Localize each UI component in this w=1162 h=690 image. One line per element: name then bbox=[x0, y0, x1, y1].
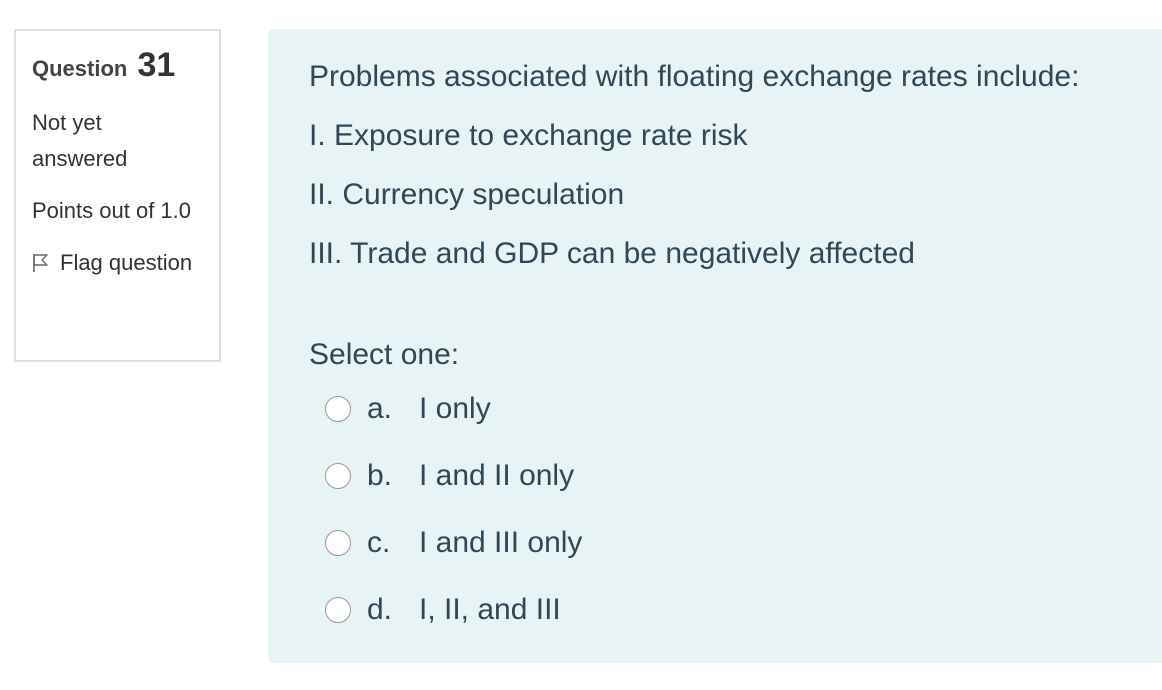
flag-question-label: Flag question bbox=[60, 250, 193, 275]
question-grade: Points out of 1.0 bbox=[32, 198, 191, 223]
option-label-c: I and III only bbox=[419, 525, 583, 559]
radio-button-d[interactable] bbox=[325, 596, 351, 623]
option-c[interactable]: c. I and III only bbox=[325, 517, 1122, 568]
question-state: Not yet answered bbox=[32, 110, 128, 171]
option-label-a: I only bbox=[419, 391, 491, 425]
answer-options: a. I only b. I and II only c. I and III … bbox=[309, 383, 1122, 635]
statement-2: II. Currency speculation bbox=[309, 178, 625, 211]
question-stem: Problems associated with floating exchan… bbox=[309, 60, 1080, 93]
option-b[interactable]: b. I and II only bbox=[325, 450, 1122, 501]
radio-button-a[interactable] bbox=[325, 395, 351, 422]
flag-question-link[interactable]: Flag question bbox=[32, 245, 203, 281]
radio-button-c[interactable] bbox=[325, 529, 351, 556]
option-letter-c: c. bbox=[367, 525, 391, 559]
question-number-value: 31 bbox=[137, 46, 176, 84]
statement-3: III. Trade and GDP can be negatively aff… bbox=[309, 237, 915, 270]
option-letter-a: a. bbox=[367, 391, 393, 425]
option-letter-d: d. bbox=[367, 592, 393, 626]
question-text: Problems associated with floating exchan… bbox=[309, 53, 1122, 278]
statement-1: I. Exposure to exchange rate risk bbox=[309, 119, 748, 152]
option-d[interactable]: d. I, II, and III bbox=[325, 584, 1122, 635]
question-prefix: Question bbox=[32, 56, 128, 81]
option-label-b: I and II only bbox=[419, 458, 575, 492]
radio-button-b[interactable] bbox=[325, 462, 351, 489]
option-letter-b: b. bbox=[367, 458, 393, 492]
select-one-prompt: Select one: bbox=[309, 338, 460, 371]
question-number: Question 31 bbox=[32, 45, 203, 89]
option-label-d: I, II, and III bbox=[419, 592, 561, 626]
option-a[interactable]: a. I only bbox=[325, 383, 1122, 434]
flag-icon bbox=[32, 248, 50, 272]
question-content: Problems associated with floating exchan… bbox=[268, 29, 1162, 663]
question-info-panel: Question 31 Not yet answered Points out … bbox=[14, 29, 221, 362]
